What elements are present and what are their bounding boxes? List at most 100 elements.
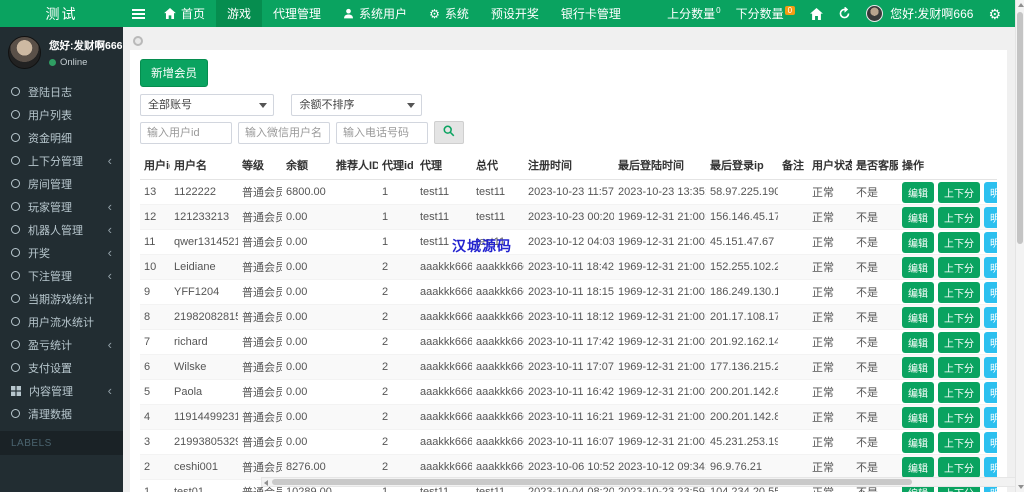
vertical-scrollbar-thumb[interactable] (1017, 12, 1023, 244)
sidebar-item-user-list[interactable]: 用户列表 (0, 103, 123, 126)
detail-button[interactable]: 明细 (984, 381, 997, 403)
brand-title[interactable]: 测试 (0, 0, 123, 27)
scroll-left-icon[interactable] (264, 480, 268, 486)
table-cell: 2023-10-11 18:15:49 (524, 279, 614, 305)
refresh-icon[interactable] (838, 7, 851, 20)
detail-button[interactable]: 明细 (984, 331, 997, 353)
updown-button[interactable]: 上下分 (938, 356, 980, 378)
detail-button[interactable]: 明细 (984, 281, 997, 303)
sidebar-item-room-management[interactable]: 房间管理 (0, 172, 123, 195)
account-filter-select[interactable]: 全部账号 (140, 94, 274, 116)
edit-button[interactable]: 编辑 (902, 431, 934, 453)
table-cell: 普通会员 (238, 279, 282, 305)
up-score-link[interactable]: 上分数量0 (667, 5, 720, 22)
table-row: 2 ceshi001 普通会员 8276.00 2 aaakkk666 aaakkk666 2… (140, 454, 997, 480)
topnav-item-agent-management[interactable]: 代理管理 (262, 0, 332, 27)
sidebar-item-bet-management[interactable]: 下注管理 ‹ (0, 264, 123, 287)
user-id-input[interactable] (140, 121, 232, 144)
updown-button[interactable]: 上下分 (938, 381, 980, 403)
vertical-scrollbar[interactable] (1015, 0, 1024, 492)
sidebar-item-login-log[interactable]: 登陆日志 (0, 80, 123, 103)
edit-button[interactable]: 编辑 (902, 331, 934, 353)
phone-number-input[interactable] (336, 121, 428, 144)
search-button[interactable] (434, 121, 464, 144)
wechat-username-input[interactable] (238, 121, 330, 144)
topnav-item-preset-draw[interactable]: 预设开奖 (480, 0, 550, 27)
sidebar-item-label: 当期游戏统计 (28, 293, 94, 306)
cogs-icon[interactable]: ⚙ (988, 7, 1001, 21)
updown-button[interactable]: 上下分 (938, 406, 980, 428)
table-cell: 2023-10-06 10:52:28 (524, 454, 614, 480)
sidebar-item-player-management[interactable]: 玩家管理 ‹ (0, 195, 123, 218)
detail-button[interactable]: 明细 (984, 256, 997, 278)
column-header: 最后登陆时间 (614, 151, 706, 180)
sidebar-item-user-flow-stats[interactable]: 用户流水统计 (0, 310, 123, 333)
topnav-item-bank-card-management[interactable]: 银行卡管理 (550, 0, 632, 27)
sidebar-item-fund-details[interactable]: 资金明细 (0, 126, 123, 149)
detail-button[interactable]: 明细 (984, 406, 997, 428)
topnav-item-system-users[interactable]: 系统用户 (332, 0, 418, 27)
sidebar-item-current-game-stats[interactable]: 当期游戏统计 (0, 287, 123, 310)
detail-button[interactable]: 明细 (984, 356, 997, 378)
sidebar-item-updown-management[interactable]: 上下分管理 ‹ (0, 149, 123, 172)
edit-button[interactable]: 编辑 (902, 381, 934, 403)
scroll-down-icon[interactable] (1018, 485, 1024, 489)
updown-button[interactable]: 上下分 (938, 331, 980, 353)
edit-button[interactable]: 编辑 (902, 406, 934, 428)
sidebar-item-content-management[interactable]: 内容管理 ‹ (0, 379, 123, 402)
edit-button[interactable]: 编辑 (902, 456, 934, 478)
table-cell: qwer1314521 (170, 229, 238, 255)
table-cell: 1969-12-31 21:00:00 (614, 429, 706, 455)
chevron-left-icon: ‹ (107, 383, 112, 398)
sidebar-item-robot-management[interactable]: 机器人管理 ‹ (0, 218, 123, 241)
sidebar-item-draw[interactable]: 开奖 ‹ (0, 241, 123, 264)
balance-sort-select[interactable]: 余额不排序 (291, 94, 423, 116)
table-cell: 201.92.162.142 (706, 329, 778, 355)
updown-button[interactable]: 上下分 (938, 431, 980, 453)
down-score-link[interactable]: 下分数量 0 (736, 5, 796, 22)
table-cell: 普通会员 (238, 304, 282, 330)
account-filter-select-wrap: 全部账号 (140, 94, 274, 116)
add-member-button[interactable]: 新增会员 (140, 59, 208, 87)
updown-button[interactable]: 上下分 (938, 231, 980, 253)
topnav-item-home[interactable]: 首页 (153, 0, 216, 27)
horizontal-scrollbar[interactable] (261, 477, 1024, 487)
scroll-up-icon[interactable] (1018, 3, 1024, 7)
table-cell: 2023-10-11 16:21:36 (524, 404, 614, 430)
sidebar-item-profit-loss-stats[interactable]: 盈亏统计 ‹ (0, 333, 123, 356)
detail-button[interactable]: 明细 (984, 181, 997, 203)
sidebar-item-payment-settings[interactable]: 支付设置 (0, 356, 123, 379)
updown-button[interactable]: 上下分 (938, 456, 980, 478)
topnav-item-games[interactable]: 游戏 (216, 0, 263, 27)
sidebar-toggle-button[interactable] (123, 0, 153, 27)
edit-button[interactable]: 编辑 (902, 356, 934, 378)
horizontal-scrollbar-thumb[interactable] (272, 479, 912, 485)
updown-button[interactable]: 上下分 (938, 306, 980, 328)
sidebar-item-clear-data[interactable]: 清理数据 (0, 402, 123, 425)
detail-button[interactable]: 明细 (984, 431, 997, 453)
home-icon[interactable] (810, 7, 823, 20)
detail-button[interactable]: 明细 (984, 206, 997, 228)
actions-cell: 编辑上下分明细 (898, 304, 997, 330)
updown-button[interactable]: 上下分 (938, 181, 980, 203)
edit-button[interactable]: 编辑 (902, 231, 934, 253)
detail-button[interactable]: 明细 (984, 231, 997, 253)
updown-button[interactable]: 上下分 (938, 256, 980, 278)
sidebar-item-label: 内容管理 (29, 385, 73, 398)
edit-button[interactable]: 编辑 (902, 281, 934, 303)
topnav-item-system[interactable]: ⚙ 系统 (418, 0, 480, 27)
detail-button[interactable]: 明细 (984, 456, 997, 478)
user-menu[interactable]: 您好:发财啊666 (866, 5, 973, 22)
updown-button[interactable]: 上下分 (938, 281, 980, 303)
detail-button[interactable]: 明细 (984, 306, 997, 328)
collapse-circle-icon[interactable] (133, 36, 143, 46)
table-cell: 156.146.45.179 (706, 204, 778, 230)
balance-sort-select-wrap: 余额不排序 (291, 94, 423, 116)
edit-button[interactable]: 编辑 (902, 206, 934, 228)
table-cell: aaakkk666 (472, 379, 524, 405)
edit-button[interactable]: 编辑 (902, 256, 934, 278)
edit-button[interactable]: 编辑 (902, 306, 934, 328)
updown-button[interactable]: 上下分 (938, 206, 980, 228)
edit-button[interactable]: 编辑 (902, 181, 934, 203)
watermark: 汉城源码 (452, 238, 512, 254)
